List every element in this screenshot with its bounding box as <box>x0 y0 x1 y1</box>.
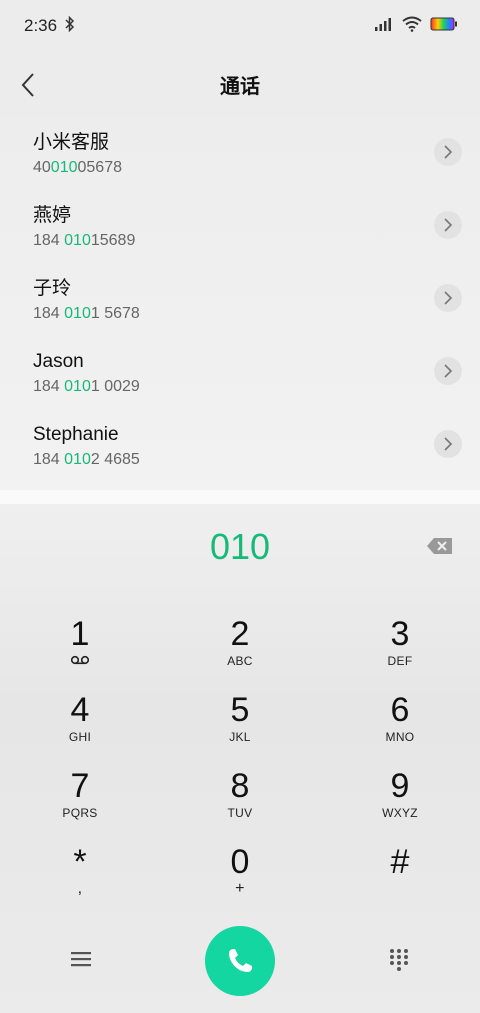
key-digit: * <box>73 843 87 881</box>
menu-icon <box>71 952 91 967</box>
number-match: 010 <box>64 305 91 322</box>
key-letters: TUV <box>227 806 253 820</box>
chevron-right-icon <box>444 291 453 305</box>
dialpad: 010 1 2 ABC 3 DEF 4 GHI 5 JKL 6 MNO 7 PQ… <box>0 504 480 1013</box>
header: 通话 <box>0 52 480 116</box>
chevron-right-icon <box>444 218 453 232</box>
contact-name: 子玲 <box>33 278 72 299</box>
key-letters: JKL <box>229 730 251 744</box>
contact-name: 燕婷 <box>33 205 72 226</box>
bluetooth-icon <box>65 15 75 37</box>
phone-icon <box>229 949 252 972</box>
key-digit: 9 <box>390 767 410 805</box>
key-letters: + <box>235 880 245 897</box>
key-0[interactable]: 0 + <box>160 844 320 920</box>
key-letters: PQRS <box>62 806 98 820</box>
menu-button[interactable] <box>68 948 94 970</box>
contact-item[interactable]: 小米客服 4001005678 <box>0 118 480 191</box>
contact-name: Stephanie <box>33 424 119 445</box>
key-letters: DEF <box>387 654 413 668</box>
chevron-right-icon <box>444 437 453 451</box>
dialpad-icon <box>390 949 408 971</box>
key-7[interactable]: 7 PQRS <box>0 768 160 844</box>
key-digit: 0 <box>230 843 250 881</box>
key-digit: 7 <box>70 767 90 805</box>
contact-item[interactable]: Stephanie 184 0102 4685 <box>0 410 480 483</box>
key-letters: GHI <box>68 730 92 744</box>
dialed-number: 010 <box>209 526 271 567</box>
key-5[interactable]: 5 JKL <box>160 692 320 768</box>
contact-item[interactable]: Jason 184 0101 0029 <box>0 337 480 410</box>
contact-detail-button[interactable] <box>434 430 462 458</box>
contact-item[interactable]: 燕婷 184 01015689 <box>0 191 480 264</box>
contact-detail-button[interactable] <box>434 284 462 312</box>
contact-number: 184 0101 0029 <box>33 378 140 395</box>
contact-detail-button[interactable] <box>434 138 462 166</box>
number-match: 010 <box>50 159 78 176</box>
page-title: 通话 <box>220 75 260 98</box>
key-8[interactable]: 8 TUV <box>160 768 320 844</box>
contact-name: 小米客服 <box>33 132 110 153</box>
key-digit: 8 <box>230 767 250 805</box>
contact-number: 184 0102 4685 <box>33 451 140 468</box>
key-digit: 2 <box>230 615 250 653</box>
keypad-grid: 1 2 ABC 3 DEF 4 GHI 5 JKL 6 MNO 7 PQRS 8… <box>0 616 480 920</box>
number-match: 010 <box>64 451 91 468</box>
contact-list: 小米客服 4001005678 燕婷 184 01015689 子玲 184 0… <box>0 118 480 490</box>
chevron-left-icon <box>21 73 34 97</box>
key-letters: MNO <box>385 730 415 744</box>
contact-name: Jason <box>33 351 84 372</box>
chevron-right-icon <box>444 145 453 159</box>
dialpad-bottom-bar <box>0 924 480 996</box>
key-digit: 6 <box>390 691 410 729</box>
key-digit: 1 <box>70 615 90 653</box>
voicemail-icon <box>70 654 90 669</box>
contact-detail-button[interactable] <box>434 357 462 385</box>
key-letters: WXYZ <box>382 806 418 820</box>
key-digit: 5 <box>230 691 250 729</box>
key-digit: 4 <box>70 691 90 729</box>
call-button[interactable] <box>205 926 275 996</box>
key-star[interactable]: * , <box>0 844 160 920</box>
back-button[interactable] <box>14 70 42 100</box>
key-letters: , <box>77 880 83 897</box>
wifi-icon <box>402 16 422 37</box>
key-hash[interactable]: # <box>320 844 480 920</box>
status-bar: 2:36 <box>0 0 480 52</box>
divider <box>0 490 480 504</box>
contact-number: 4001005678 <box>33 159 122 176</box>
number-match: 010 <box>64 232 91 249</box>
contact-number: 184 0101 5678 <box>33 305 140 322</box>
contact-detail-button[interactable] <box>434 211 462 239</box>
keypad-toggle-button[interactable] <box>388 948 410 972</box>
key-3[interactable]: 3 DEF <box>320 616 480 692</box>
chevron-right-icon <box>444 364 453 378</box>
key-digit: # <box>390 843 410 881</box>
key-9[interactable]: 9 WXYZ <box>320 768 480 844</box>
backspace-button[interactable] <box>426 536 454 556</box>
battery-icon <box>430 16 458 37</box>
signal-icon <box>374 16 394 36</box>
number-match: 010 <box>64 378 91 395</box>
key-letters: ABC <box>227 654 253 668</box>
key-digit: 3 <box>390 615 410 653</box>
backspace-icon <box>427 538 452 554</box>
status-time: 2:36 <box>24 16 58 35</box>
key-4[interactable]: 4 GHI <box>0 692 160 768</box>
key-6[interactable]: 6 MNO <box>320 692 480 768</box>
contact-item[interactable]: 子玲 184 0101 5678 <box>0 264 480 337</box>
contact-number: 184 01015689 <box>33 232 136 249</box>
key-1[interactable]: 1 <box>0 616 160 692</box>
key-2[interactable]: 2 ABC <box>160 616 320 692</box>
